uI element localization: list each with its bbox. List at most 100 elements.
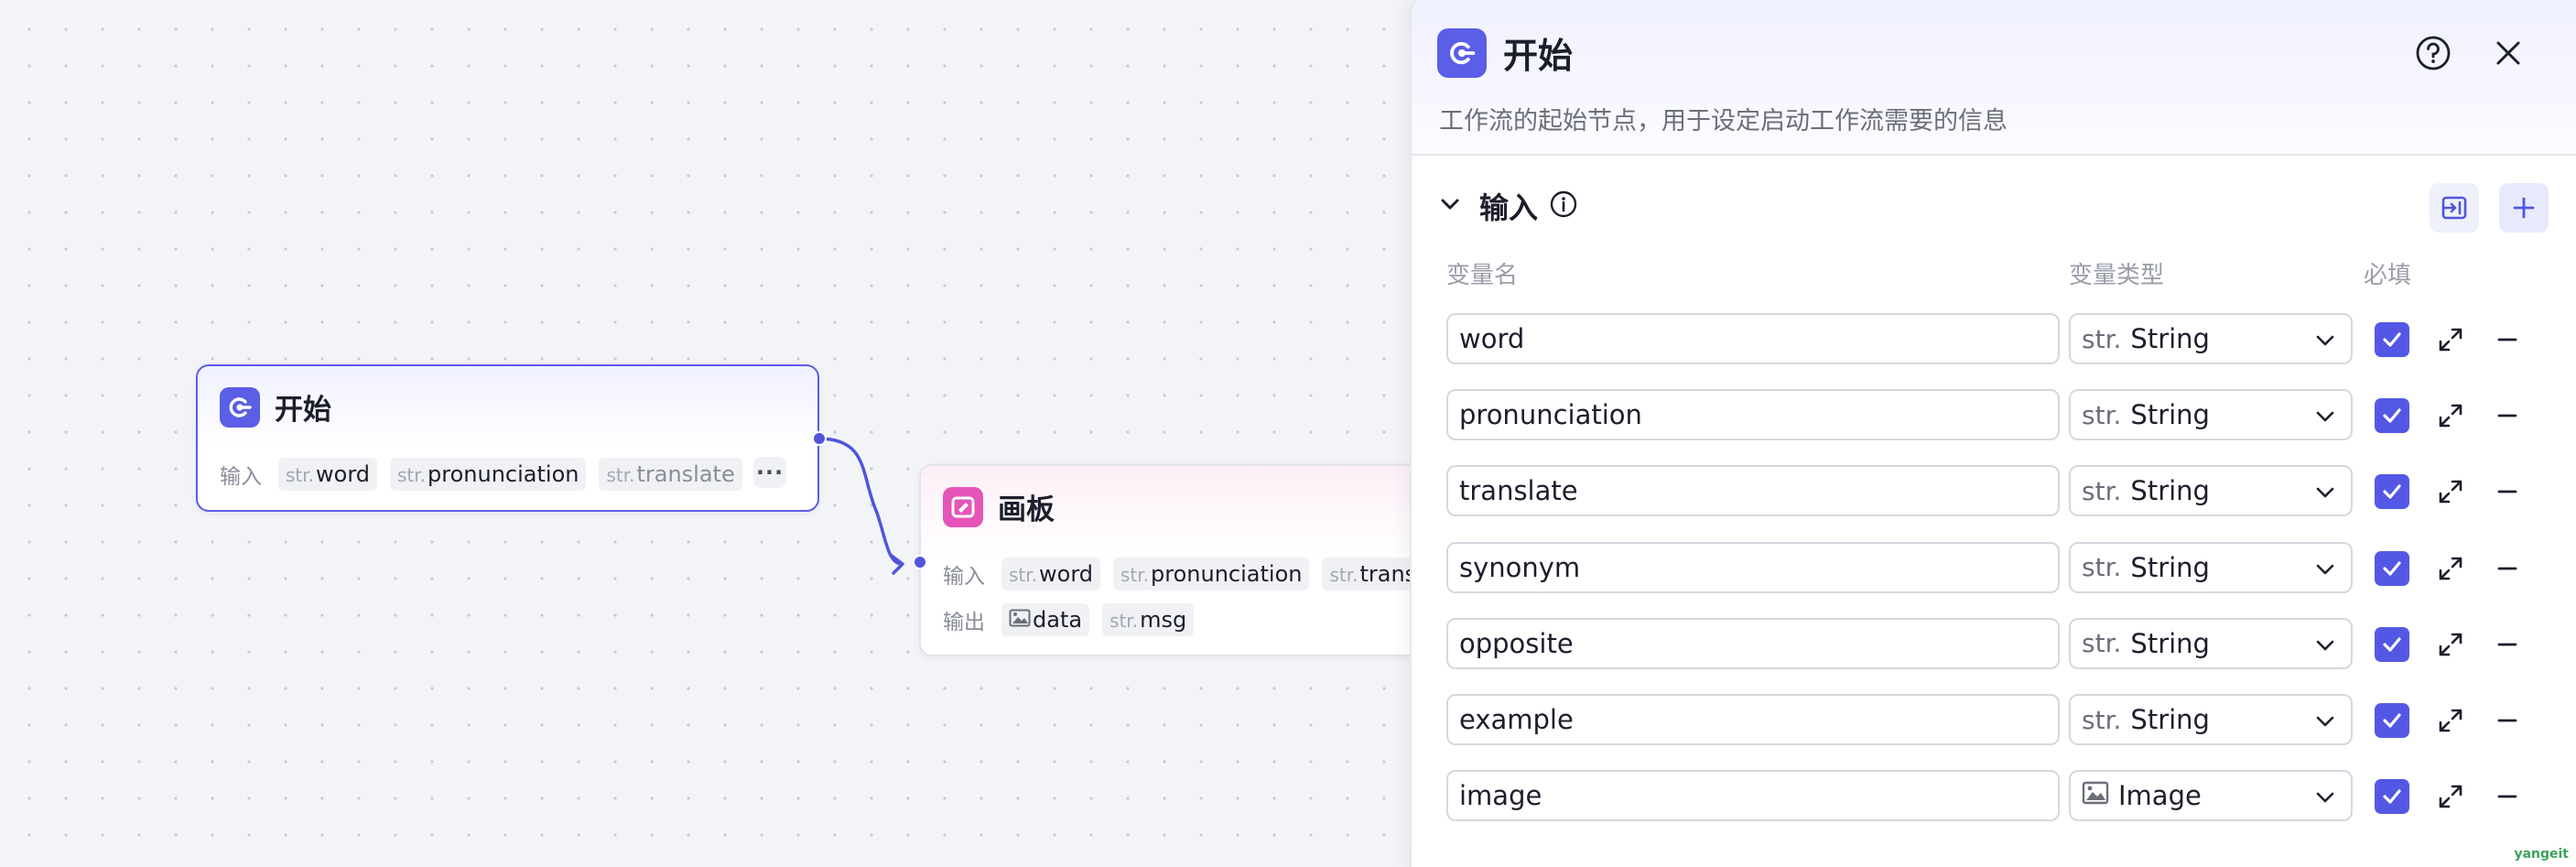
variable-type-select[interactable]: Image: [2069, 770, 2353, 822]
expand-icon[interactable]: [2430, 775, 2472, 818]
canvas-output-label: 输出: [943, 611, 985, 634]
type-prefix: str.: [2082, 323, 2122, 354]
chevron-down-icon: [2312, 785, 2338, 814]
variable-row: example str. String: [1446, 694, 2550, 745]
canvas-output-chip: str. msg: [1102, 603, 1195, 636]
type-label: String: [2130, 399, 2210, 431]
expand-icon[interactable]: [2430, 395, 2472, 437]
remove-variable-icon[interactable]: [2486, 699, 2528, 742]
expand-icon[interactable]: [2430, 623, 2472, 666]
required-checkbox[interactable]: [2375, 703, 2409, 738]
type-prefix: str.: [2082, 704, 2122, 735]
variable-name-input[interactable]: translate: [1446, 465, 2060, 517]
remove-variable-icon[interactable]: [2486, 395, 2528, 437]
variable-row: translate str. String: [1446, 465, 2550, 517]
remove-variable-icon[interactable]: [2486, 623, 2528, 666]
chevron-down-icon: [2312, 557, 2338, 586]
required-checkbox[interactable]: [2375, 550, 2409, 586]
watermark: yangeit: [2514, 847, 2569, 862]
panel-title: 开始: [1503, 36, 1574, 76]
start-input-chip: str. word: [278, 458, 378, 491]
help-icon[interactable]: [2413, 33, 2453, 73]
variable-type-select[interactable]: str. String: [2069, 313, 2353, 364]
required-checkbox[interactable]: [2375, 474, 2409, 510]
import-variables-button[interactable]: [2430, 183, 2479, 233]
variable-name-input[interactable]: example: [1446, 694, 2060, 745]
expand-icon[interactable]: [2430, 699, 2472, 742]
type-prefix: str.: [2082, 399, 2122, 430]
variable-row: synonym str. String: [1446, 541, 2550, 593]
variable-type-select[interactable]: str. String: [2069, 541, 2353, 593]
canvas-input-handle[interactable]: [913, 555, 927, 569]
start-input-label: 输入: [220, 465, 262, 489]
start-output-handle[interactable]: [812, 431, 827, 446]
image-icon: [1009, 609, 1031, 633]
column-header-required: 必填: [2364, 262, 2412, 289]
close-icon[interactable]: [2488, 33, 2528, 73]
chevron-down-icon: [2312, 480, 2338, 509]
board-node-icon: [943, 486, 983, 527]
expand-icon[interactable]: [2430, 319, 2472, 361]
start-node[interactable]: 开始 输入 str. word str. pronunciation str. tra…: [196, 364, 827, 512]
type-label: Image: [2118, 780, 2202, 812]
variable-type-select[interactable]: str. String: [2069, 694, 2353, 745]
start-panel-icon: [1437, 27, 1487, 78]
remove-variable-icon[interactable]: [2486, 471, 2528, 513]
type-label: String: [2130, 323, 2210, 354]
image-icon: [2082, 781, 2109, 811]
variable-type-select[interactable]: str. String: [2069, 617, 2353, 669]
start-config-panel: 开始 工作流的起始节点，用于设定启动工作流需要的信息 输入 变量名 变量类型 必…: [1410, 0, 2576, 867]
panel-description: 工作流的起始节点，用于设定启动工作流需要的信息: [1439, 107, 2008, 135]
variable-row: word str. String: [1446, 313, 2550, 364]
canvas-input-chip: str. pronunciation: [1113, 558, 1310, 591]
chevron-down-icon: [2312, 328, 2338, 357]
start-node-title: 开始: [275, 394, 331, 427]
panel-header: 开始 工作流的起始节点，用于设定启动工作流需要的信息: [1412, 0, 2576, 156]
variable-name-input[interactable]: synonym: [1446, 541, 2060, 593]
more-inputs-button[interactable]: ···: [753, 457, 786, 488]
start-input-chip: str. pronunciation: [390, 458, 587, 491]
chevron-down-icon: [2312, 633, 2338, 662]
variable-row: opposite str. String: [1446, 617, 2550, 669]
canvas-node-title: 画板: [998, 493, 1055, 526]
chevron-down-icon: [2312, 404, 2338, 433]
required-checkbox[interactable]: [2375, 779, 2409, 815]
type-prefix: str.: [2082, 475, 2122, 506]
type-prefix: str.: [2082, 628, 2122, 659]
canvas-input-chip: str. word: [1001, 558, 1101, 591]
variable-row: pronunciation str. String: [1446, 389, 2550, 441]
required-checkbox[interactable]: [2375, 322, 2409, 357]
variable-type-select[interactable]: str. String: [2069, 465, 2353, 517]
start-input-chip: str. translate: [599, 458, 742, 491]
info-icon[interactable]: [1549, 190, 1578, 222]
start-node-icon: [220, 386, 260, 428]
expand-icon[interactable]: [2430, 471, 2472, 513]
variable-name-input[interactable]: image: [1446, 770, 2060, 822]
column-header-name: 变量名: [1446, 262, 1519, 289]
column-header-type: 变量类型: [2069, 262, 2165, 289]
chevron-down-icon: [2312, 709, 2338, 738]
variable-type-select[interactable]: str. String: [2069, 389, 2353, 441]
variable-name-input[interactable]: word: [1446, 313, 2060, 364]
required-checkbox[interactable]: [2375, 398, 2409, 434]
remove-variable-icon[interactable]: [2486, 775, 2528, 818]
remove-variable-icon[interactable]: [2486, 319, 2528, 361]
canvas-input-label: 输入: [943, 565, 985, 589]
expand-icon[interactable]: [2430, 547, 2472, 590]
type-label: String: [2130, 551, 2210, 583]
remove-variable-icon[interactable]: [2486, 547, 2528, 590]
type-label: String: [2130, 704, 2210, 735]
add-variable-button[interactable]: [2499, 183, 2549, 233]
variable-row: image Image: [1446, 770, 2550, 822]
start-node-inputs: 输入 str. word str. pronunciation str. transl…: [220, 458, 742, 491]
chevron-down-icon[interactable]: [1437, 191, 1463, 221]
required-checkbox[interactable]: [2375, 626, 2409, 662]
input-section-header: 输入: [1437, 183, 2549, 233]
canvas-output-chip: data: [1001, 603, 1090, 636]
canvas-node[interactable]: 画板 输入 str. word str. pronunciation str. tra…: [919, 464, 1432, 656]
variable-name-input[interactable]: opposite: [1446, 617, 2060, 669]
section-title: 输入: [1479, 190, 1539, 225]
canvas-node-outputs: 输出 data str. msg: [943, 603, 1195, 636]
canvas-node-inputs: 输入 str.word str.pronunciation str.transl…: [943, 558, 1432, 591]
variable-name-input[interactable]: pronunciation: [1446, 389, 2060, 441]
